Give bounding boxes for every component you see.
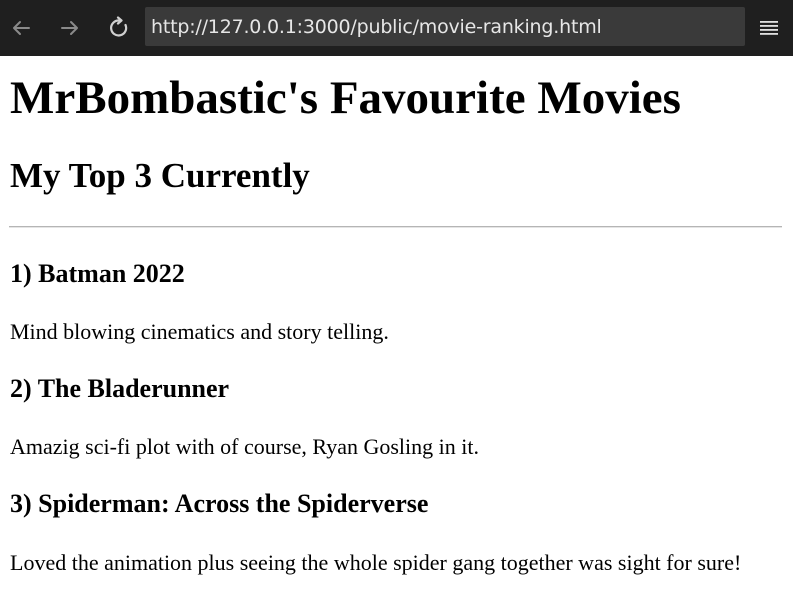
- page-title: MrBombastic's Favourite Movies: [10, 72, 681, 124]
- movie-title: 2) The Bladerunner: [10, 374, 230, 403]
- browser-toolbar: http://127.0.0.1:3000/public/movie-ranki…: [0, 0, 793, 56]
- arrow-right-icon: [61, 21, 78, 35]
- divider: [9, 226, 782, 228]
- forward-button[interactable]: [52, 8, 88, 48]
- arrow-left-icon: [13, 21, 30, 35]
- movie-description: Loved the animation plus seeing the whol…: [10, 550, 742, 575]
- menu-button[interactable]: [756, 14, 782, 42]
- back-button[interactable]: [3, 8, 39, 48]
- movie-description: Mind blowing cinematics and story tellin…: [10, 319, 389, 344]
- section-heading: My Top 3 Currently: [10, 156, 310, 195]
- movie-title: 3) Spiderman: Across the Spiderverse: [10, 489, 429, 518]
- movie-title: 1) Batman 2022: [10, 259, 185, 288]
- reload-icon: [110, 16, 128, 37]
- movie-description: Amazig sci-fi plot with of course, Ryan …: [10, 434, 479, 459]
- page-content: MrBombastic's Favourite Movies My Top 3 …: [0, 56, 793, 616]
- hamburger-menu-icon: [760, 21, 778, 35]
- reload-button[interactable]: [101, 8, 137, 48]
- address-bar[interactable]: http://127.0.0.1:3000/public/movie-ranki…: [145, 7, 745, 46]
- url-text: http://127.0.0.1:3000/public/movie-ranki…: [151, 15, 602, 38]
